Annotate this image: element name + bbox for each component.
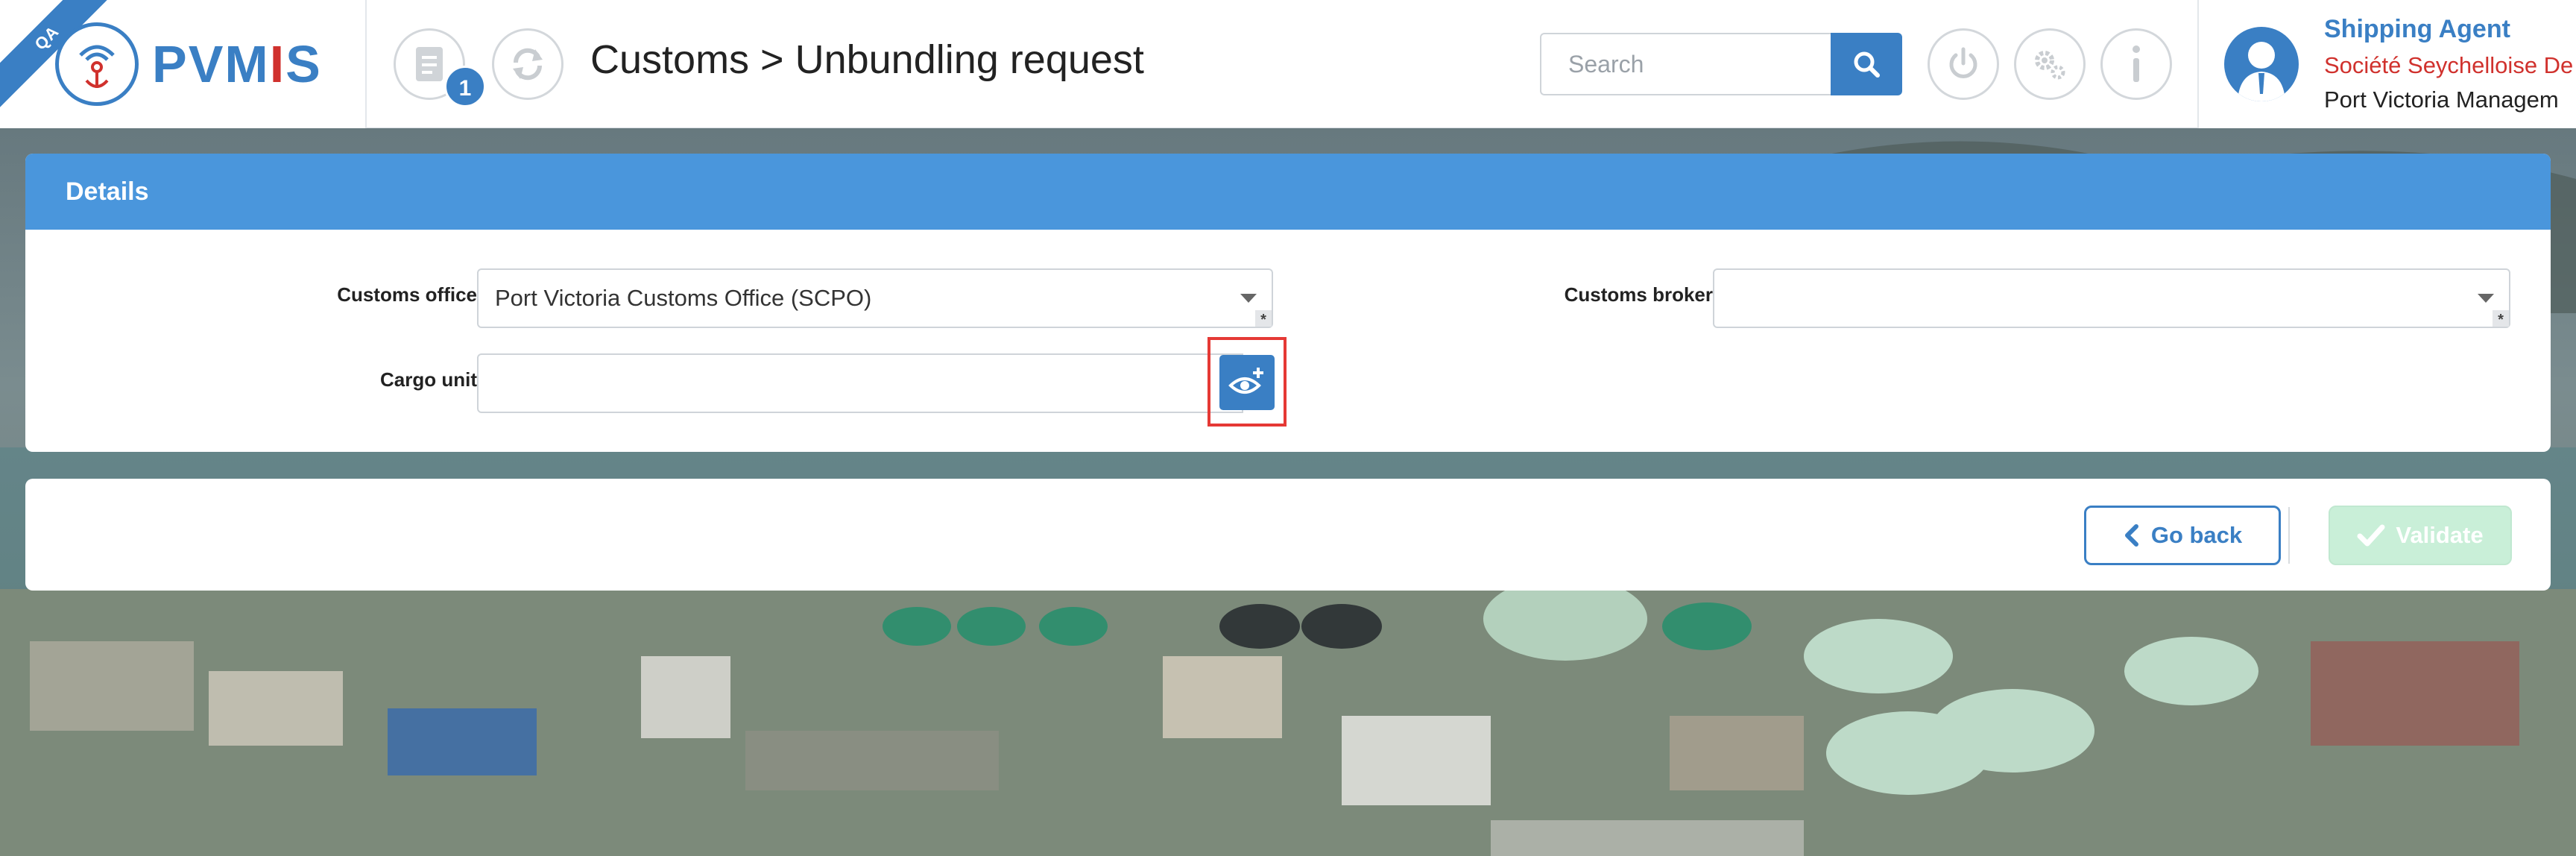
info-icon	[2133, 45, 2140, 82]
search-icon	[1854, 51, 1880, 78]
actions-divider	[2288, 507, 2290, 564]
details-panel: Details Customs office Port Victoria Cus…	[25, 154, 2551, 452]
page-title: Customs > Unbundling request	[590, 37, 1144, 82]
user-role: Shipping Agent	[2324, 15, 2510, 43]
user-profile[interactable]: Shipping Agent Société Seychelloise De P…	[2197, 0, 2576, 128]
validate-label: Validate	[2396, 522, 2484, 548]
search-input[interactable]	[1540, 33, 1832, 95]
user-company: Société Seychelloise De	[2324, 52, 2574, 78]
power-icon	[1949, 47, 1977, 78]
actions-bar: Go back Validate	[25, 479, 2551, 591]
chevron-down-icon	[1240, 294, 1257, 303]
logo-emblem-icon	[55, 22, 139, 106]
notification-badge: 1	[444, 66, 486, 107]
settings-icon	[2035, 51, 2065, 80]
user-avatar-icon	[2224, 27, 2299, 101]
refresh-button[interactable]	[492, 28, 564, 100]
view-add-icon	[1228, 368, 1263, 394]
info-button[interactable]	[2100, 28, 2172, 100]
customs-office-value: Port Victoria Customs Office (SCPO)	[495, 285, 872, 311]
settings-button[interactable]	[2014, 28, 2086, 100]
logout-button[interactable]	[1928, 28, 1999, 100]
customs-office-label: Customs office	[337, 283, 477, 306]
go-back-button[interactable]: Go back	[2084, 506, 2281, 565]
required-indicator: *	[1255, 310, 1272, 328]
user-organization: Port Victoria Managem	[2324, 86, 2559, 113]
customs-broker-select[interactable]: *	[1713, 268, 2510, 328]
cargo-unit-label: Cargo unit	[380, 368, 477, 391]
top-header: QA PVMIS 1 Customs > Unbundling request …	[0, 0, 2576, 128]
cargo-unit-lookup-button[interactable]	[1219, 355, 1275, 410]
validate-button[interactable]: Validate	[2329, 506, 2512, 565]
customs-office-select[interactable]: Port Victoria Customs Office (SCPO) *	[477, 268, 1273, 328]
search-button[interactable]	[1831, 33, 1902, 95]
logo-area[interactable]: QA PVMIS	[0, 0, 367, 128]
document-icon	[416, 47, 443, 81]
details-heading: Details	[25, 154, 2551, 230]
cargo-unit-input[interactable]	[477, 353, 1243, 413]
chevron-down-icon	[2478, 294, 2494, 303]
check-icon	[2357, 524, 2385, 547]
customs-broker-label: Customs broker	[1564, 283, 1713, 306]
go-back-label: Go back	[2150, 522, 2243, 548]
refresh-icon	[513, 48, 543, 81]
required-indicator: *	[2493, 310, 2509, 328]
chevron-left-icon	[2124, 524, 2138, 547]
logo-wordmark: PVMIS	[152, 35, 322, 93]
